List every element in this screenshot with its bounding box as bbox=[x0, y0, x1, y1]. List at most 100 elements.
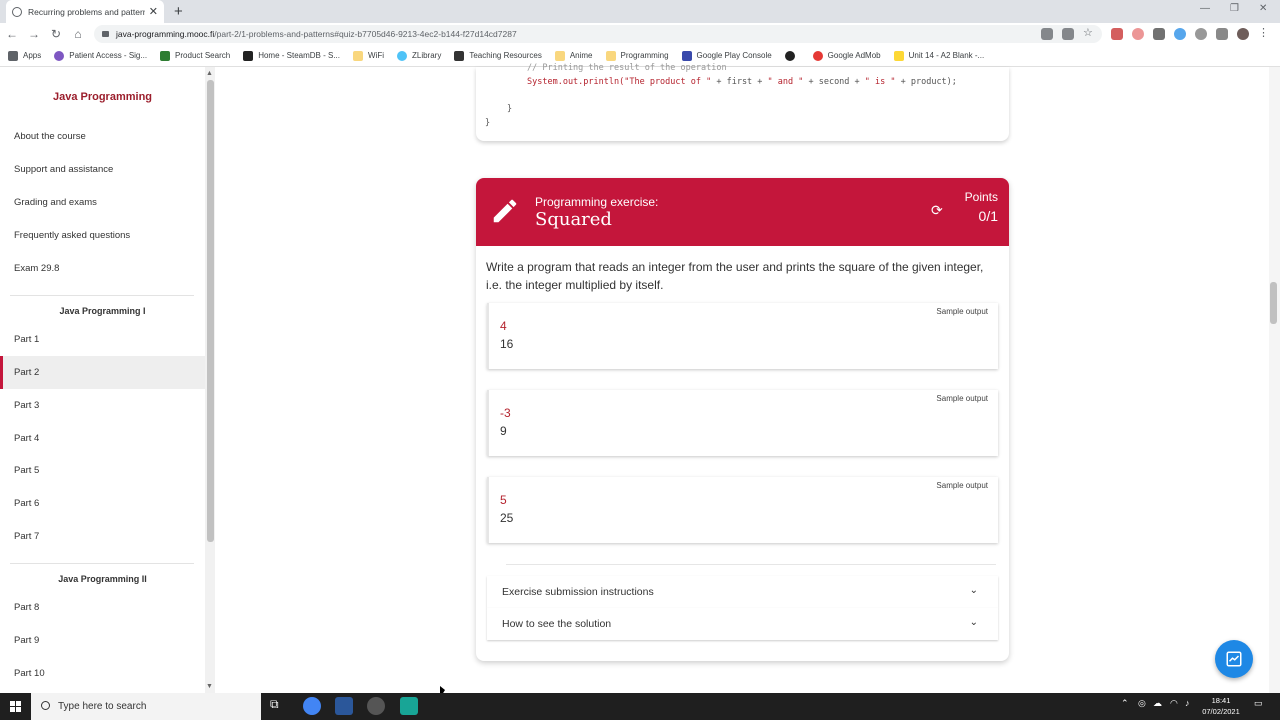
bookmark-item[interactable] bbox=[784, 50, 800, 61]
exercise-description: Write a program that reads an integer fr… bbox=[486, 260, 984, 292]
sidebar-scroll-thumb[interactable] bbox=[207, 80, 214, 542]
sidebar-item-part-9[interactable]: Part 9 bbox=[0, 624, 205, 657]
divider bbox=[10, 563, 194, 564]
bookmark-folder[interactable]: Programming bbox=[605, 50, 669, 61]
sidebar-item-part-4[interactable]: Part 4 bbox=[0, 422, 205, 455]
sidebar-item-part-2[interactable]: Part 2 bbox=[0, 356, 205, 389]
exercise-title: Squared bbox=[535, 209, 612, 230]
windows-start-icon[interactable] bbox=[10, 701, 21, 712]
bookmark-item[interactable]: Unit 14 - A2 Blank -... bbox=[893, 50, 985, 61]
bookmark-item[interactable]: Home - SteamDB - S... bbox=[243, 50, 340, 61]
minimize-icon[interactable]: — bbox=[1200, 3, 1210, 14]
sidebar-item-part-6[interactable]: Part 6 bbox=[0, 487, 205, 520]
sidebar-item-grading[interactable]: Grading and exams bbox=[0, 186, 205, 219]
bookmark-item[interactable]: Google Play Console bbox=[681, 50, 772, 61]
back-icon[interactable]: ← bbox=[2, 27, 22, 41]
code-token: + product); bbox=[895, 77, 957, 87]
sidebar-item-faq[interactable]: Frequently asked questions bbox=[0, 219, 205, 252]
sidebar-item-support[interactable]: Support and assistance bbox=[0, 153, 205, 186]
admob-icon bbox=[812, 50, 823, 61]
chevron-down-icon: ⌄ bbox=[969, 617, 978, 628]
reload-icon[interactable]: ↻ bbox=[46, 27, 66, 41]
chrome-icon[interactable] bbox=[303, 697, 321, 715]
accordion-label: How to see the solution bbox=[502, 618, 612, 630]
bookmark-star-icon[interactable]: ☆ bbox=[1083, 26, 1095, 39]
sidebar-item-part-5[interactable]: Part 5 bbox=[0, 454, 205, 487]
avatar[interactable] bbox=[1237, 28, 1249, 40]
forward-icon[interactable]: → bbox=[24, 27, 44, 41]
tray-chevron-icon[interactable]: ⌃ bbox=[1121, 698, 1129, 709]
qr-code-icon[interactable] bbox=[1062, 28, 1074, 40]
sidebar-item-part-10[interactable]: Part 10 bbox=[0, 657, 205, 690]
accordion-submission-instructions[interactable]: Exercise submission instructions ⌄ bbox=[487, 576, 998, 608]
bookmark-item[interactable]: Product Search bbox=[160, 50, 230, 61]
sidebar-item-exam[interactable]: Exam 29.8 bbox=[0, 252, 205, 285]
task-view-icon[interactable]: ⧉ bbox=[270, 697, 288, 715]
bookmark-item[interactable]: ZLibrary bbox=[396, 50, 441, 61]
bookmark-item[interactable]: WiFi bbox=[352, 50, 384, 61]
progress-fab-button[interactable] bbox=[1215, 640, 1253, 678]
bookmark-favicon-icon bbox=[454, 50, 465, 61]
sidebar-item-part-3[interactable]: Part 3 bbox=[0, 389, 205, 422]
accordion-see-solution[interactable]: How to see the solution ⌄ bbox=[487, 608, 998, 640]
tray-app-icon[interactable]: ◎ bbox=[1138, 698, 1146, 709]
bookmark-label: Google Play Console bbox=[696, 51, 772, 60]
bookmark-label: Unit 14 - A2 Blank -... bbox=[908, 51, 985, 60]
exercise-type-label: Programming exercise: bbox=[535, 195, 659, 209]
course-title[interactable]: Java Programming bbox=[0, 91, 205, 103]
clock-date: 07/02/2021 bbox=[1202, 707, 1240, 716]
window-close-icon[interactable]: ✕ bbox=[1259, 3, 1267, 14]
browser-tab[interactable]: Recurring problems and patterns ✕ bbox=[6, 0, 164, 23]
extension-icon[interactable] bbox=[1132, 28, 1144, 40]
sidebar-item-about[interactable]: About the course bbox=[0, 120, 205, 153]
bookmark-item[interactable]: Google AdMob bbox=[812, 50, 881, 61]
bookmark-favicon-icon bbox=[160, 50, 171, 61]
sidebar-item-part-7[interactable]: Part 7 bbox=[0, 520, 205, 553]
new-tab-button[interactable]: + bbox=[174, 3, 183, 20]
bookmark-folder[interactable]: Anime bbox=[554, 50, 593, 61]
section-heading: Java Programming II bbox=[58, 574, 147, 584]
extension-icon[interactable] bbox=[1111, 28, 1123, 40]
cast-icon[interactable] bbox=[1041, 28, 1053, 40]
obs-icon[interactable] bbox=[367, 697, 385, 715]
play-console-icon bbox=[681, 50, 692, 61]
home-icon[interactable]: ⌂ bbox=[68, 27, 88, 41]
bookmark-item[interactable]: Patient Access - Sig... bbox=[54, 50, 147, 61]
sample-output-label: Sample output bbox=[936, 307, 988, 316]
word-icon[interactable] bbox=[335, 697, 353, 715]
address-bar[interactable]: java-programming.mooc.fi/part-2/1-proble… bbox=[94, 25, 1102, 43]
restore-icon[interactable]: ❐ bbox=[1230, 3, 1239, 14]
sidebar-item-part-8[interactable]: Part 8 bbox=[0, 591, 205, 624]
bookmark-item[interactable]: Teaching Resources bbox=[454, 50, 542, 61]
code-token: System.out.println( bbox=[527, 77, 625, 87]
close-tab-icon[interactable]: ✕ bbox=[149, 5, 158, 18]
scroll-up-icon[interactable]: ▲ bbox=[206, 70, 213, 77]
extension-icon[interactable] bbox=[1153, 28, 1165, 40]
app-cube-icon[interactable] bbox=[400, 697, 418, 715]
wifi-icon[interactable]: ◠ bbox=[1170, 698, 1178, 709]
refresh-icon[interactable]: ⟳ bbox=[931, 202, 943, 219]
puzzle-icon[interactable] bbox=[1216, 28, 1228, 40]
code-comment: // Printing the result of the operation bbox=[527, 63, 727, 73]
menu-kebab-icon[interactable]: ⋮ bbox=[1258, 26, 1270, 39]
extension-icon[interactable] bbox=[1174, 28, 1186, 40]
volume-icon[interactable]: ♪ bbox=[1185, 698, 1190, 708]
document-icon bbox=[893, 50, 904, 61]
notifications-icon[interactable]: ▭ bbox=[1254, 698, 1263, 709]
extension-icon[interactable] bbox=[1195, 28, 1207, 40]
page-scroll-thumb[interactable] bbox=[1270, 282, 1277, 324]
scroll-down-icon[interactable]: ▼ bbox=[206, 683, 213, 690]
taskbar-search[interactable]: Type here to search bbox=[31, 693, 261, 720]
bookmark-apps[interactable]: Apps bbox=[8, 50, 41, 61]
bookmark-label: Google AdMob bbox=[827, 51, 881, 60]
page-scrollbar[interactable] bbox=[1269, 67, 1280, 693]
exercise-card: Programming exercise: Squared ⟳ Points 0… bbox=[476, 178, 1009, 661]
exercise-header: Programming exercise: Squared ⟳ Points 0… bbox=[476, 178, 1009, 246]
onedrive-icon[interactable]: ☁ bbox=[1153, 698, 1162, 709]
sidebar-item-part-1[interactable]: Part 1 bbox=[0, 323, 205, 356]
code-token: + first + bbox=[711, 77, 768, 87]
apps-grid-icon bbox=[8, 50, 18, 61]
browser-tab-strip: Recurring problems and patterns ✕ + — ❐ … bbox=[0, 0, 1280, 23]
bookmark-label: Programming bbox=[620, 51, 669, 60]
taskbar-clock[interactable]: 18:41 07/02/2021 bbox=[1196, 695, 1246, 717]
